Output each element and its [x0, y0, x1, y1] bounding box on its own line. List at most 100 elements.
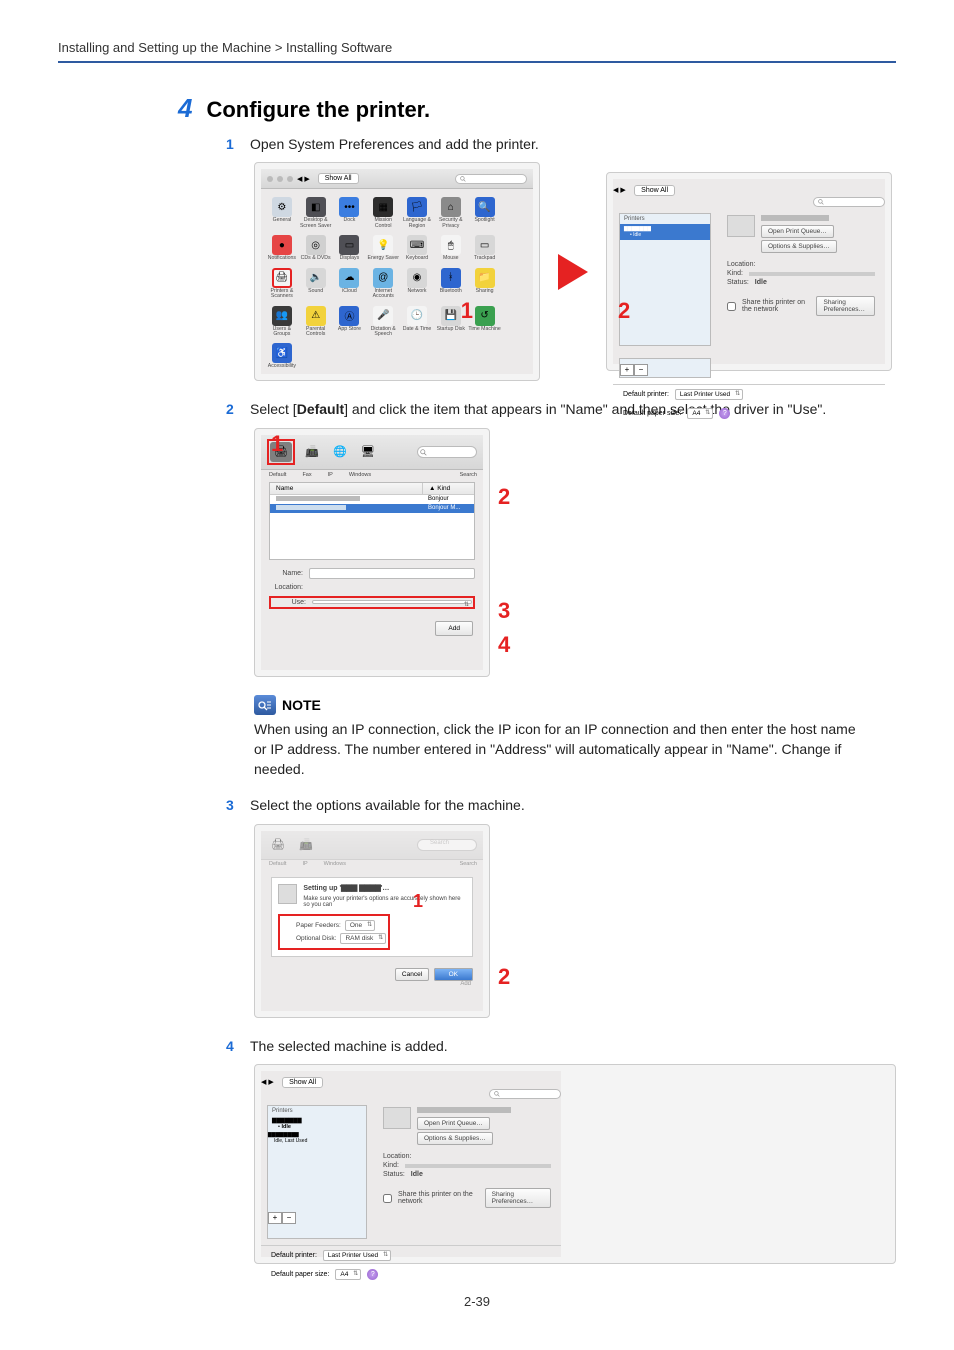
sysprefs-spotlight[interactable]: 🔍Spotlight [468, 197, 501, 229]
open-print-queue-button[interactable]: Open Print Queue… [761, 225, 834, 238]
breadcrumb-section: Installing and Setting up the Machine [58, 40, 271, 55]
sysprefs-sharing[interactable]: 📁Sharing [468, 268, 501, 300]
window-dot [277, 176, 283, 182]
step-title: Configure the printer. [206, 97, 430, 123]
sysprefs-bluetooth[interactable]: ᚼBluetooth [434, 268, 467, 300]
sysprefs-accessibility[interactable]: ♿Accessibility [265, 343, 298, 369]
remove-printer-minus-button[interactable]: − [634, 364, 648, 376]
screenshot-result: ◀ ▶ Show All Printers ▇▇▇▇▇▇▇• Idle ▇▇▇▇… [254, 1064, 896, 1264]
default-paper-select[interactable]: A4 [687, 408, 713, 419]
window-dot [267, 176, 273, 182]
note-label: NOTE [282, 697, 321, 713]
add-printer-plus-button[interactable]: + [268, 1212, 282, 1224]
sysprefs-cds-dvds[interactable]: ◎CDs & DVDs [299, 235, 332, 261]
paper-feeders-select[interactable]: One [345, 920, 375, 931]
sysprefs-dock[interactable]: •••Dock [333, 197, 366, 229]
show-all-button[interactable]: Show All [634, 185, 675, 196]
sysprefs-parental-controls[interactable]: ⚠Parental Controls [299, 306, 332, 338]
note-text: When using an IP connection, click the I… [254, 719, 864, 780]
options-supplies-button[interactable]: Options & Supplies… [761, 240, 837, 253]
sysprefs-app-store[interactable]: ⒶApp Store [333, 306, 366, 338]
callout-2: 2 [498, 484, 510, 510]
substep-4-num: 4 [226, 1038, 240, 1054]
sysprefs-dictation-speech[interactable]: 🎤Dictation & Speech [367, 306, 400, 338]
ok-button[interactable]: OK [434, 968, 473, 981]
sidebar-printer-item[interactable]: ▇▇▇▇▇▇▇▇ Idle, Last Used [268, 1132, 366, 1144]
sidebar-printer-item[interactable]: ▇▇▇▇▇▇▇ • Idle [620, 224, 710, 240]
show-all-button[interactable]: Show All [318, 173, 359, 184]
sysprefs-notifications[interactable]: ●Notifications [265, 235, 298, 261]
sysprefs-keyboard[interactable]: ⌨Keyboard [401, 235, 434, 261]
add-use-select[interactable] [312, 600, 472, 604]
sysprefs-mission-control[interactable]: ▦Mission Control [367, 197, 400, 229]
help-icon[interactable]: ? [367, 1269, 378, 1280]
sysprefs-general[interactable]: ⚙General [265, 197, 298, 229]
cancel-button[interactable]: Cancel [395, 968, 429, 981]
window-dot [287, 176, 293, 182]
breadcrumb-sep: > [275, 40, 283, 55]
substep-1-num: 1 [226, 136, 240, 152]
show-all-button[interactable]: Show All [282, 1077, 323, 1088]
remove-printer-minus-button[interactable]: − [282, 1212, 296, 1224]
sysprefs-date-time[interactable]: 🕒Date & Time [401, 306, 434, 338]
add-tab-ip[interactable]: 🌐 [329, 442, 351, 462]
help-icon[interactable]: ? [719, 408, 730, 419]
sidebar-printer-item[interactable]: ▇▇▇▇▇▇▇• Idle [268, 1116, 366, 1132]
substep-3-text: Select the options available for the mac… [250, 795, 896, 815]
search-input[interactable] [813, 197, 885, 207]
callout-4: 4 [498, 632, 510, 658]
share-printer-checkbox[interactable] [383, 1194, 392, 1203]
sysprefs-security-privacy[interactable]: ⌂Security & Privacy [434, 197, 467, 229]
share-printer-checkbox[interactable] [727, 302, 736, 311]
sysprefs-sound[interactable]: 🔈Sound [299, 268, 332, 300]
options-supplies-button[interactable]: Options & Supplies… [417, 1132, 493, 1145]
default-printer-select[interactable]: Last Printer Used [675, 389, 743, 400]
sysprefs-displays[interactable]: ▭Displays [333, 235, 366, 261]
screenshot-add-printer: 🖨 📠 🌐 🖥 DefaultFaxIPWindows Search [254, 428, 490, 677]
search-input[interactable] [455, 174, 527, 184]
sysprefs-trackpad[interactable]: ▭Trackpad [468, 235, 501, 261]
sysprefs-network[interactable]: ◉Network [401, 268, 434, 300]
callout-2: 2 [498, 964, 510, 990]
search-input[interactable] [489, 1089, 561, 1099]
page-number: 2-39 [58, 1294, 896, 1309]
callout-2: 2 [618, 298, 630, 324]
substep-3-num: 3 [226, 797, 240, 813]
add-tab-windows[interactable]: 🖥 [357, 442, 379, 462]
substep-1-text: Open System Preferences and add the prin… [250, 134, 896, 154]
callout-1: 1 [413, 891, 423, 912]
breadcrumb-subsection: Installing Software [286, 40, 392, 55]
screenshot-printers-scanners: ◀ ▶ Show All Printers ▇▇▇▇▇▇▇ • Idle [606, 172, 892, 371]
default-printer-select[interactable]: Last Printer Used [323, 1250, 391, 1261]
sysprefs-energy-saver[interactable]: 💡Energy Saver [367, 235, 400, 261]
optional-disk-select[interactable]: RAM disk [340, 933, 386, 944]
sysprefs-desktop-screen-saver[interactable]: ◧Desktop & Screen Saver [299, 197, 332, 229]
sysprefs-language-region[interactable]: 🏳Language & Region [401, 197, 434, 229]
add-location-field[interactable] [309, 582, 475, 593]
default-paper-select[interactable]: A4 [335, 1269, 361, 1280]
sysprefs-internet-accounts[interactable]: @Internet Accounts [367, 268, 400, 300]
sysprefs-icloud[interactable]: ☁iCloud [333, 268, 366, 300]
callout-3: 3 [498, 598, 510, 624]
screenshot-sysprefs: ◀ ▶ Show All ⚙General◧Desktop & Screen S… [254, 162, 540, 381]
add-printer-list[interactable]: Name▲ Kind Bonjour Bonjour M... [269, 482, 475, 560]
screenshot-options-dialog: 🖨 📠 Search DefaultIPWindowsSearch Settin… [254, 824, 490, 1018]
substep-2-num: 2 [226, 401, 240, 417]
add-button[interactable]: Add [435, 621, 473, 636]
sharing-preferences-button[interactable]: Sharing Preferences… [816, 296, 875, 316]
printers-sidebar-header: Printers [620, 214, 710, 224]
sysprefs-users-groups[interactable]: 👥Users & Groups [265, 306, 298, 338]
opts-search-input[interactable]: Search [417, 839, 477, 851]
callout-1: 1 [271, 431, 283, 457]
sharing-preferences-button[interactable]: Sharing Preferences… [485, 1188, 551, 1208]
add-tab-fax[interactable]: 📠 [301, 442, 323, 462]
add-printer-plus-button[interactable]: + [620, 364, 634, 376]
add-name-field[interactable] [309, 568, 475, 579]
sysprefs-mouse[interactable]: 🖱Mouse [434, 235, 467, 261]
sysprefs-printers-scanners[interactable]: 🖨Printers & Scanners [265, 268, 298, 300]
add-search-input[interactable] [417, 446, 477, 458]
open-print-queue-button[interactable]: Open Print Queue… [417, 1117, 490, 1130]
callout-1: 1 [461, 298, 473, 324]
sysprefs-time-machine[interactable]: ↺Time Machine [468, 306, 501, 338]
arrow-play-icon [558, 254, 588, 290]
